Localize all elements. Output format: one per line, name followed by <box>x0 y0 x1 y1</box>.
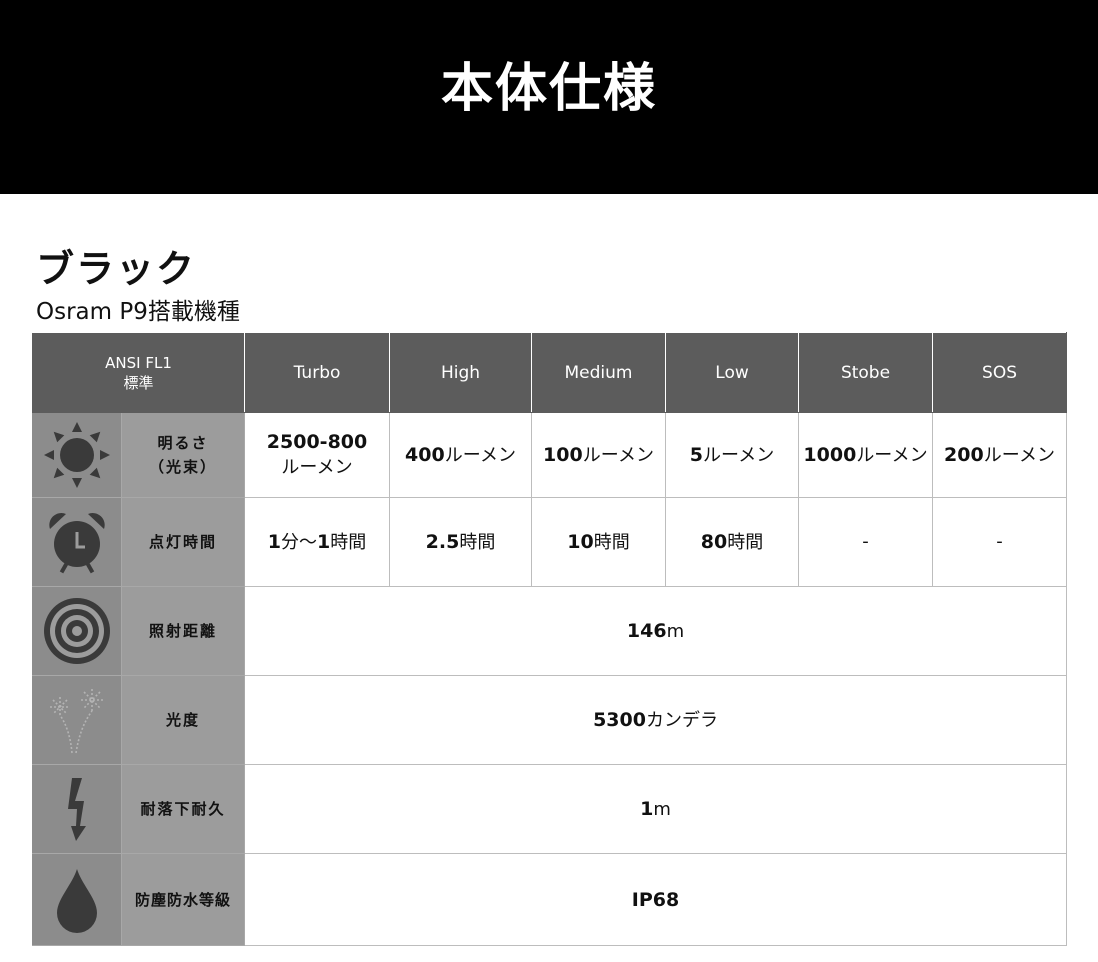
color-name: ブラック <box>36 247 197 291</box>
mode-header-medium: Medium <box>531 332 667 413</box>
impact-value: 1 <box>640 797 654 820</box>
waterproof-label: 防塵防水等級 <box>120 853 246 946</box>
runtime-row: 点灯時間 1分〜1時間 2.5時間 10時間 80時間 - - <box>32 497 1068 587</box>
brightness-medium-value: 100 <box>543 443 583 466</box>
runtime-high-value: 2.5 <box>425 530 460 553</box>
runtime-sos: - <box>932 497 1068 587</box>
mode-header-low: Low <box>665 332 800 413</box>
brightness-stobe-value: 1000 <box>803 443 857 466</box>
mode-header-turbo: Turbo <box>244 332 391 413</box>
standard-sub: 標準 <box>123 373 154 392</box>
distance-icon-cell <box>32 586 122 676</box>
brightness-low-unit: ルーメン <box>702 444 775 466</box>
brightness-turbo-value: 2500-800 <box>266 431 368 453</box>
brightness-turbo: 2500-800 ルーメン <box>244 412 391 498</box>
model-name: Osram P9搭載機種 <box>36 299 240 325</box>
brightness-sos-unit: ルーメン <box>983 444 1055 466</box>
brightness-sos-value: 200 <box>944 443 984 466</box>
runtime-turbo-min: 1 <box>267 530 282 553</box>
distance-value-cell: 146m <box>244 586 1068 676</box>
runtime-icon-cell <box>32 497 122 587</box>
brightness-sos: 200ルーメン <box>932 412 1068 498</box>
impact-unit: m <box>653 798 671 820</box>
intensity-row: 光度 5300カンデラ <box>32 675 1068 765</box>
runtime-low-value: 80 <box>700 530 728 553</box>
runtime-medium-value: 10 <box>567 530 594 553</box>
brightness-stobe-unit: ルーメン <box>856 444 928 466</box>
runtime-label: 点灯時間 <box>120 497 246 587</box>
page-title: 本体仕様 <box>440 58 657 119</box>
runtime-low-unit: 時間 <box>727 531 764 553</box>
mode-header-high: High <box>389 332 533 413</box>
runtime-turbo: 1分〜1時間 <box>244 497 391 587</box>
waterproof-icon-cell <box>32 853 122 946</box>
brightness-medium: 100ルーメン <box>531 412 667 498</box>
intensity-value: 5300 <box>593 708 646 731</box>
target-icon <box>44 598 110 664</box>
intensity-icon-cell <box>32 675 122 765</box>
waterproof-row: 防塵防水等級 IP68 <box>32 853 1068 946</box>
runtime-low: 80時間 <box>665 497 800 587</box>
runtime-turbo-max: 1 <box>317 530 331 553</box>
mode-header-sos: SOS <box>932 332 1068 413</box>
brightness-low-value: 5 <box>689 443 703 466</box>
impact-row: 耐落下耐久 1m <box>32 764 1068 854</box>
alarm-clock-icon <box>49 513 105 574</box>
runtime-high: 2.5時間 <box>389 497 533 587</box>
runtime-high-unit: 時間 <box>459 531 496 553</box>
brightness-label: 明るさ （光束） <box>120 412 246 498</box>
spec-table: ANSI FL1 標準 Turbo High Medium Low Stobe … <box>31 332 1068 946</box>
distance-unit: m <box>666 620 685 642</box>
brightness-medium-unit: ルーメン <box>582 444 654 466</box>
header-row: ANSI FL1 標準 Turbo High Medium Low Stobe … <box>31 332 1068 413</box>
brightness-high-unit: ルーメン <box>444 444 516 466</box>
lightning-icon <box>68 778 86 841</box>
impact-label: 耐落下耐久 <box>120 764 246 854</box>
distance-label: 照射距離 <box>120 586 246 676</box>
fireworks-icon <box>50 689 103 754</box>
distance-value: 146 <box>626 619 667 642</box>
runtime-turbo-text2: 時間 <box>330 531 367 553</box>
brightness-label-line1: 明るさ <box>157 434 209 452</box>
brightness-label-line2: （光束） <box>149 458 218 476</box>
brightness-turbo-unit: ルーメン <box>281 457 353 478</box>
brightness-stobe: 1000ルーメン <box>798 412 934 498</box>
intensity-value-cell: 5300カンデラ <box>244 675 1068 765</box>
impact-value-cell: 1m <box>244 764 1068 854</box>
title-banner: 本体仕様 <box>0 0 1098 194</box>
runtime-medium: 10時間 <box>531 497 667 587</box>
brightness-high: 400ルーメン <box>389 412 533 498</box>
brightness-row: 明るさ （光束） 2500-800 ルーメン 400ルーメン 100ルーメン 5… <box>32 412 1068 498</box>
mode-header-stobe: Stobe <box>798 332 934 413</box>
brightness-high-value: 400 <box>405 443 445 466</box>
runtime-turbo-text1: 分〜 <box>281 531 318 553</box>
intensity-unit: カンデラ <box>645 709 718 731</box>
impact-icon-cell <box>32 764 122 854</box>
standard-header: ANSI FL1 標準 <box>31 332 246 413</box>
water-drop-icon <box>57 868 97 933</box>
brightness-low: 5ルーメン <box>665 412 800 498</box>
intensity-label: 光度 <box>120 675 246 765</box>
standard-name: ANSI FL1 <box>105 353 172 372</box>
waterproof-value: IP68 <box>244 853 1068 946</box>
runtime-medium-unit: 時間 <box>593 531 630 553</box>
runtime-stobe: - <box>798 497 934 587</box>
brightness-icon-cell <box>32 412 122 498</box>
sun-icon <box>44 422 110 488</box>
distance-row: 照射距離 146m <box>32 586 1068 676</box>
